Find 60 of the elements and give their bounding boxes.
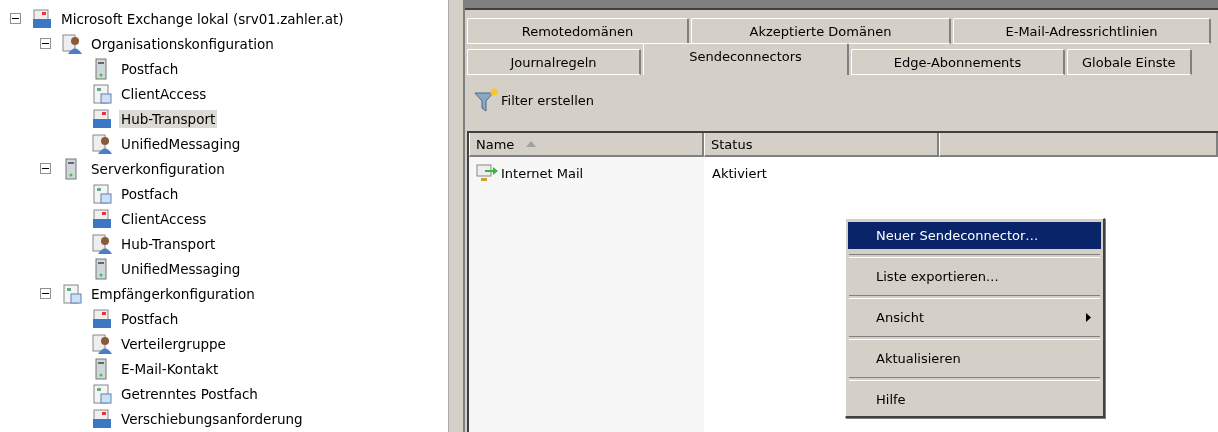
user-icon xyxy=(61,32,83,55)
tree-item[interactable]: Verschiebungsanforderung xyxy=(119,409,305,428)
menu-item[interactable]: Aktualisieren xyxy=(848,345,1101,372)
collapse-toggle[interactable] xyxy=(40,163,51,174)
splitter[interactable] xyxy=(448,0,465,432)
column-header[interactable]: Name xyxy=(469,133,704,157)
minus-icon xyxy=(42,290,49,297)
user-icon xyxy=(91,332,113,355)
minus-icon xyxy=(42,40,49,47)
column-header[interactable]: Status xyxy=(704,133,939,157)
mailbox-icon xyxy=(91,407,113,430)
table-cell: Internet Mail xyxy=(469,162,704,184)
tab[interactable]: Journalregeln xyxy=(467,49,641,75)
tree-item[interactable]: Empfängerkonfiguration xyxy=(89,284,257,303)
tab[interactable]: Globale Einste xyxy=(1067,49,1192,75)
mailbox-icon xyxy=(91,207,113,230)
mailbox-icon xyxy=(91,107,113,130)
minus-icon xyxy=(42,165,49,172)
user-icon xyxy=(91,232,113,255)
tab[interactable]: Akzeptierte Domänen xyxy=(691,18,951,44)
submenu-arrow-icon xyxy=(1086,313,1091,322)
connector-icon xyxy=(475,163,499,183)
tree-item[interactable]: ClientAccess xyxy=(119,84,209,103)
tree-item[interactable]: Hub-Transport xyxy=(119,109,218,128)
user-icon xyxy=(91,132,113,155)
filter-button[interactable]: Filter erstellen xyxy=(471,85,596,115)
tree-item[interactable]: Postfach xyxy=(119,309,181,328)
tab[interactable]: Edge-Abonnements xyxy=(851,49,1065,75)
table-cell-text: Aktiviert xyxy=(711,164,768,183)
document-icon xyxy=(91,82,113,105)
tree-item[interactable]: Postfach xyxy=(119,184,181,203)
tree-item[interactable]: Postfach xyxy=(119,59,181,78)
collapse-toggle[interactable] xyxy=(40,38,51,49)
tree-item[interactable]: Hub-Transport xyxy=(119,234,218,253)
tree-item[interactable]: Organisationskonfiguration xyxy=(89,34,276,53)
tab[interactable]: Remotedomänen xyxy=(467,18,689,44)
tree-item[interactable]: E-Mail-Kontakt xyxy=(119,359,221,378)
column-header[interactable] xyxy=(939,133,1218,157)
tree-item[interactable]: UnifiedMessaging xyxy=(119,134,243,153)
menu-item[interactable]: Liste exportieren… xyxy=(848,263,1101,290)
tab[interactable]: E-Mail-Adressrichtlinien xyxy=(953,18,1211,44)
mailbox-icon xyxy=(91,307,113,330)
document-icon xyxy=(91,182,113,205)
minus-icon xyxy=(12,15,19,22)
mailbox-icon xyxy=(31,7,53,30)
tree-item[interactable]: ClientAccess xyxy=(119,209,209,228)
document-icon xyxy=(91,382,113,405)
tree-item[interactable]: Verteilergruppe xyxy=(119,334,228,353)
tree-item[interactable]: UnifiedMessaging xyxy=(119,259,243,278)
collapse-toggle[interactable] xyxy=(10,13,21,24)
collapse-toggle[interactable] xyxy=(40,288,51,299)
filter-icon xyxy=(473,87,499,113)
menu-item[interactable]: Neuer Sendeconnector… xyxy=(848,222,1101,249)
tree-item[interactable]: Getrenntes Postfach xyxy=(119,384,260,403)
tree-item[interactable]: Microsoft Exchange lokal (srv01.zahler.at) xyxy=(59,9,346,28)
menu-item[interactable]: Ansicht xyxy=(848,304,1101,331)
menu-item[interactable]: Hilfe xyxy=(848,386,1101,413)
tab[interactable]: Sendeconnectors xyxy=(643,43,849,75)
document-icon xyxy=(61,282,83,305)
tree-item[interactable]: Serverkonfiguration xyxy=(89,159,227,178)
